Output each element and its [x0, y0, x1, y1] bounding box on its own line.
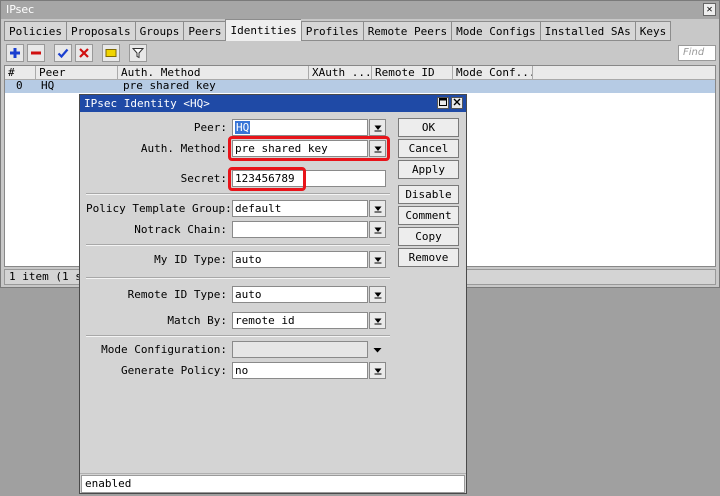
- window-title: IPsec: [1, 1, 719, 19]
- col-header-auth-method[interactable]: Auth. Method: [118, 66, 309, 80]
- generate-policy-select[interactable]: no: [232, 362, 368, 379]
- window-close-button[interactable]: ✕: [703, 3, 716, 16]
- my-id-type-label: My ID Type:: [154, 253, 227, 266]
- peer-select[interactable]: HQ: [232, 119, 368, 136]
- peer-label: Peer:: [193, 121, 227, 134]
- col-header-number[interactable]: #: [5, 66, 36, 80]
- mode-configuration-select[interactable]: [232, 341, 368, 358]
- maximize-icon: [439, 98, 447, 106]
- tab-remote-peers[interactable]: Remote Peers: [362, 21, 452, 41]
- dropdown-arrow-icon: [374, 292, 381, 298]
- apply-button[interactable]: Apply: [398, 160, 459, 179]
- generate-policy-dropdown-button[interactable]: [369, 362, 386, 379]
- dropdown-arrow-icon: [374, 368, 381, 374]
- col-header-xauth[interactable]: XAuth ...: [309, 66, 372, 80]
- table-row[interactable]: 0 HQ pre shared key: [5, 80, 715, 93]
- tab-keys[interactable]: Keys: [634, 21, 672, 41]
- auth-method-highlight: [228, 136, 390, 161]
- mode-configuration-label: Mode Configuration:: [101, 343, 227, 356]
- close-icon: [453, 98, 461, 106]
- row-peer: HQ: [41, 79, 55, 92]
- add-button[interactable]: [6, 44, 24, 62]
- dropdown-arrow-icon: [374, 257, 381, 263]
- divider: [80, 473, 466, 474]
- col-header-peer[interactable]: Peer: [36, 66, 118, 80]
- tab-installed-sas[interactable]: Installed SAs: [539, 21, 635, 41]
- secret-label: Secret:: [180, 172, 227, 185]
- tab-profiles[interactable]: Profiles: [300, 21, 363, 41]
- divider: [86, 277, 390, 279]
- dialog-title: IPsec Identity <HQ>: [80, 95, 466, 112]
- toolbar: [6, 44, 147, 62]
- dialog-maximize-button[interactable]: [437, 97, 449, 109]
- remove-button[interactable]: Remove: [398, 248, 459, 267]
- tab-peers[interactable]: Peers: [183, 21, 226, 41]
- row-auth-method: pre shared key: [123, 79, 216, 92]
- dropdown-arrow-icon: [374, 318, 381, 324]
- policy-template-group-select[interactable]: default: [232, 200, 368, 217]
- table-header: # Peer Auth. Method XAuth ... Remote ID …: [5, 66, 715, 80]
- identity-dialog: IPsec Identity <HQ> Peer: HQ Auth. Metho…: [79, 94, 467, 494]
- tab-groups[interactable]: Groups: [134, 21, 184, 41]
- remote-id-type-select[interactable]: auto: [232, 286, 368, 303]
- peer-dropdown-button[interactable]: [369, 119, 386, 136]
- divider: [86, 244, 390, 246]
- remove-button[interactable]: [27, 44, 45, 62]
- remove-icon: [31, 51, 41, 55]
- dropdown-arrow-icon: [374, 206, 381, 212]
- enable-button[interactable]: [54, 44, 72, 62]
- dropdown-arrow-icon: [374, 125, 381, 131]
- remote-id-type-dropdown-button[interactable]: [369, 286, 386, 303]
- col-header-remote-id[interactable]: Remote ID: [372, 66, 453, 80]
- my-id-type-select[interactable]: auto: [232, 251, 368, 268]
- dropdown-arrow-icon: [374, 227, 381, 233]
- dialog-close-button[interactable]: [451, 97, 463, 109]
- match-by-dropdown-button[interactable]: [369, 312, 386, 329]
- notrack-chain-dropdown-button[interactable]: [369, 221, 386, 238]
- col-header-mode-conf[interactable]: Mode Conf...: [453, 66, 533, 80]
- match-by-select[interactable]: remote id: [232, 312, 368, 329]
- policy-template-group-label: Policy Template Group:: [86, 202, 232, 215]
- ok-button[interactable]: OK: [398, 118, 459, 137]
- notrack-chain-label: Notrack Chain:: [134, 223, 227, 236]
- peer-value: HQ: [235, 121, 251, 134]
- filter-icon: [132, 48, 144, 59]
- find-input[interactable]: Find: [678, 45, 716, 61]
- comment-button[interactable]: Comment: [398, 206, 459, 225]
- x-icon: [79, 48, 89, 58]
- secret-highlight: [228, 167, 306, 191]
- tab-bar: Policies Proposals Groups Peers Identiti…: [4, 19, 672, 41]
- tab-proposals[interactable]: Proposals: [65, 21, 135, 41]
- cancel-button[interactable]: Cancel: [398, 139, 459, 158]
- notrack-chain-select[interactable]: [232, 221, 368, 238]
- match-by-label: Match By:: [167, 314, 227, 327]
- dialog-status: enabled: [81, 475, 465, 493]
- divider: [86, 193, 390, 195]
- mode-configuration-dropdown-button[interactable]: [369, 341, 386, 358]
- auth-method-label: Auth. Method:: [140, 142, 227, 155]
- row-number: 0: [16, 79, 23, 92]
- chevron-down-icon: [373, 347, 382, 352]
- tab-mode-configs[interactable]: Mode Configs: [451, 21, 540, 41]
- comment-button[interactable]: [102, 44, 120, 62]
- policy-template-group-dropdown-button[interactable]: [369, 200, 386, 217]
- divider: [86, 335, 390, 337]
- my-id-type-dropdown-button[interactable]: [369, 251, 386, 268]
- tab-identities[interactable]: Identities: [225, 19, 301, 41]
- check-icon: [57, 48, 69, 59]
- comment-icon: [105, 49, 117, 57]
- remote-id-type-label: Remote ID Type:: [127, 288, 227, 301]
- disable-button[interactable]: Disable: [398, 185, 459, 204]
- filter-button[interactable]: [129, 44, 147, 62]
- add-icon: [10, 48, 20, 58]
- copy-button[interactable]: Copy: [398, 227, 459, 246]
- tab-policies[interactable]: Policies: [4, 21, 66, 41]
- generate-policy-label: Generate Policy:: [121, 364, 227, 377]
- disable-button[interactable]: [75, 44, 93, 62]
